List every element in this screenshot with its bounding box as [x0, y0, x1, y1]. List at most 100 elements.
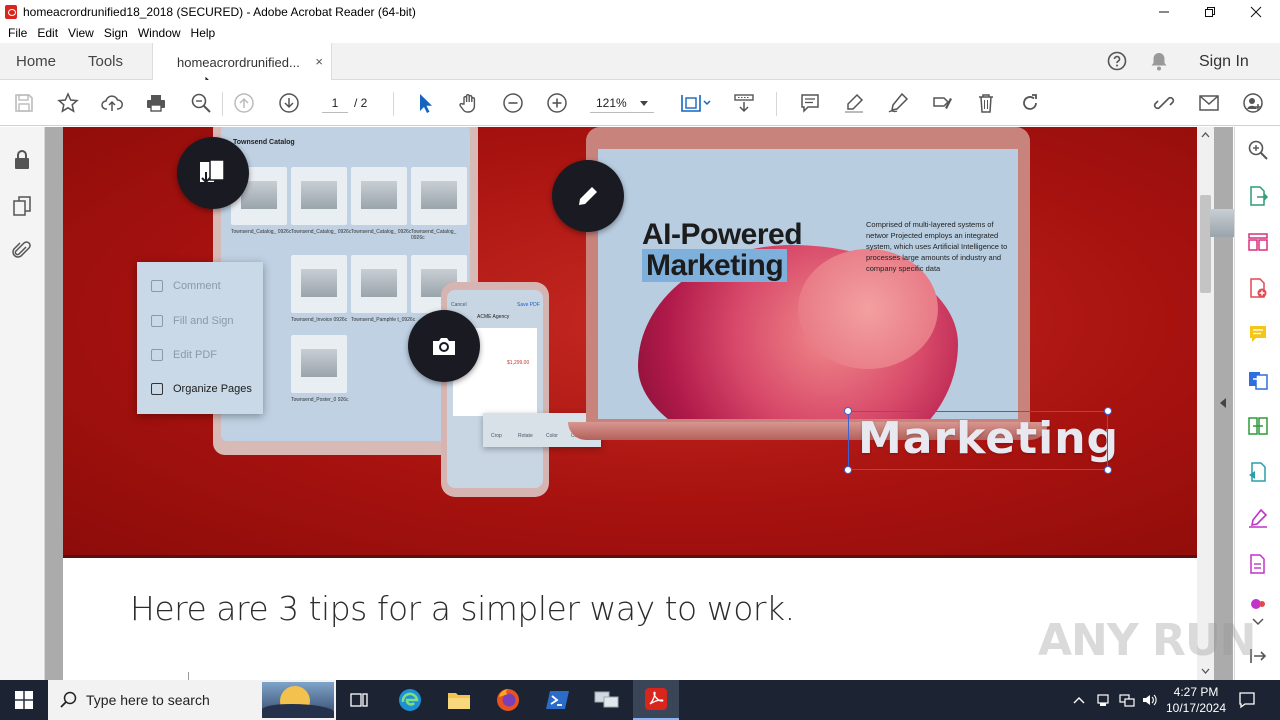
- ai-headline: AI-Powered Marketing: [642, 218, 803, 282]
- attachments-paperclip-icon[interactable]: [11, 240, 33, 262]
- scrollbar-thumb[interactable]: [1200, 195, 1246, 293]
- anyrun-watermark: ANY RUN: [1038, 615, 1256, 666]
- export-pdf-icon[interactable]: [1247, 185, 1269, 207]
- task-view-icon[interactable]: [336, 680, 382, 720]
- banner-divider: [63, 555, 1197, 558]
- previous-page-icon[interactable]: [232, 91, 256, 115]
- menu-edit[interactable]: Edit: [37, 26, 58, 40]
- upload-cloud-icon[interactable]: [100, 91, 124, 115]
- edge-browser-icon[interactable]: [387, 680, 433, 720]
- page-total: / 2: [354, 96, 368, 110]
- thumb-label: Townsend_Poster_0 926c: [291, 397, 349, 403]
- device-tray-icon[interactable]: [1094, 691, 1112, 709]
- phone-tool-label: Crop: [491, 433, 502, 439]
- context-menu-mockup: Comment Fill and Sign Edit PDF Organize …: [137, 262, 263, 414]
- clock-time: 4:27 PM: [1173, 685, 1219, 699]
- tips-heading: Here are 3 tips for a simpler way to wor…: [130, 589, 795, 628]
- edit-stamp-icon[interactable]: [930, 91, 954, 115]
- email-icon[interactable]: [1197, 91, 1221, 115]
- network-tray-icon[interactable]: [1118, 691, 1136, 709]
- select-cursor-icon[interactable]: [413, 91, 437, 115]
- zoom-out-icon[interactable]: [501, 91, 525, 115]
- maximize-button[interactable]: [1187, 0, 1233, 23]
- firefox-browser-icon[interactable]: [485, 680, 531, 720]
- rotate-icon[interactable]: [1018, 91, 1042, 115]
- right-tools-panel: [1234, 127, 1280, 680]
- document-viewport[interactable]: Townsend Catalog Townsend_Catalog_ 0926c…: [45, 127, 1233, 680]
- network-app-icon[interactable]: [584, 680, 630, 720]
- phone-save-label: Save PDF: [517, 302, 540, 308]
- minimize-button[interactable]: [1141, 0, 1187, 23]
- bookmark-star-icon[interactable]: [56, 91, 80, 115]
- phone-doc-title: ACME Agency: [477, 314, 510, 320]
- menu-help[interactable]: Help: [191, 26, 216, 40]
- phone-cancel-label: Cancel: [451, 302, 467, 308]
- zoom-search-icon[interactable]: [189, 91, 213, 115]
- thumb-label: Townsend_Catalog_ 0926c: [231, 229, 292, 235]
- help-icon[interactable]: [1107, 51, 1127, 71]
- combine-files-icon[interactable]: [1247, 369, 1269, 391]
- security-lock-icon[interactable]: [11, 149, 33, 171]
- page-fit-icon[interactable]: [680, 91, 714, 115]
- tab-document[interactable]: homeacrordrunified... ×: [152, 43, 332, 81]
- highlight-pen-icon[interactable]: [842, 91, 866, 115]
- organize-pages-icon[interactable]: [1247, 231, 1269, 253]
- zoom-in-icon[interactable]: [545, 91, 569, 115]
- scroll-down-icon[interactable]: [1201, 668, 1210, 674]
- menu-window[interactable]: Window: [138, 26, 181, 40]
- scan-ocr-icon[interactable]: [1247, 461, 1269, 483]
- close-window-button[interactable]: [1233, 0, 1279, 23]
- search-zoom-icon[interactable]: [1247, 139, 1269, 161]
- comment-tool-icon[interactable]: [1247, 323, 1269, 345]
- create-pdf-icon[interactable]: [1247, 277, 1269, 299]
- tray-overflow-chevron-icon[interactable]: [1070, 691, 1088, 709]
- powershell-icon[interactable]: [535, 680, 581, 720]
- thumb-label: Townsend_Catalog_ 0926c: [351, 229, 412, 235]
- delete-trash-icon[interactable]: [974, 91, 998, 115]
- close-tab-icon[interactable]: ×: [315, 54, 323, 69]
- volume-tray-icon[interactable]: [1141, 691, 1159, 709]
- next-page-icon[interactable]: [277, 91, 301, 115]
- taskbar-clock[interactable]: 4:27 PM 10/17/2024: [1160, 684, 1232, 716]
- fill-sign-icon[interactable]: [1247, 507, 1269, 529]
- page-thumbnails-icon[interactable]: [11, 195, 33, 217]
- chevron-down-icon: [640, 101, 648, 106]
- camera-scan-icon: [408, 310, 480, 382]
- file-explorer-icon[interactable]: [436, 680, 482, 720]
- scroll-mode-icon[interactable]: [732, 91, 756, 115]
- form-document-icon[interactable]: [1247, 553, 1269, 575]
- compare-files-icon[interactable]: [1247, 415, 1269, 437]
- print-icon[interactable]: [144, 91, 168, 115]
- tab-row: Home Tools homeacrordrunified... × Sign …: [0, 43, 1280, 95]
- thumb-label: Townsend_Pamphle t_0926c: [351, 317, 416, 323]
- menu-file[interactable]: File: [8, 26, 27, 40]
- notifications-bell-icon[interactable]: [1149, 51, 1169, 71]
- start-button[interactable]: [0, 680, 48, 720]
- page-number-input[interactable]: 1: [322, 93, 348, 113]
- ctx-item-organize-pages: Organize Pages: [151, 379, 252, 399]
- zoom-level-select[interactable]: 121%: [590, 93, 654, 113]
- add-user-icon[interactable]: [1241, 91, 1265, 115]
- text-selection-box: [844, 407, 1112, 474]
- laptop-screen: AI-Powered Marketing Comprised of multi-…: [598, 149, 1018, 419]
- save-icon[interactable]: [12, 91, 36, 115]
- hand-tool-icon[interactable]: [457, 91, 481, 115]
- convert-pdf-icon: [177, 137, 249, 209]
- scroll-up-icon[interactable]: [1201, 132, 1210, 138]
- taskbar-search-box[interactable]: Type here to search: [48, 680, 336, 720]
- sign-in-button[interactable]: Sign In: [1199, 43, 1249, 80]
- share-link-icon[interactable]: [1152, 91, 1176, 115]
- action-center-icon[interactable]: [1238, 691, 1256, 709]
- ctx-item-comment: Comment: [151, 276, 221, 296]
- comment-icon[interactable]: [798, 91, 822, 115]
- ai-paragraph: Comprised of multi-layered systems of ne…: [866, 220, 1008, 273]
- right-panel-expand-icon[interactable]: [1220, 398, 1226, 408]
- draw-sign-icon[interactable]: [886, 91, 910, 115]
- main-toolbar: 1 / 2 121%: [0, 80, 1280, 126]
- tab-tools[interactable]: Tools: [88, 43, 123, 80]
- tab-home[interactable]: Home: [16, 43, 56, 80]
- vertical-scrollbar[interactable]: [1197, 127, 1246, 680]
- menu-sign[interactable]: Sign: [104, 26, 128, 40]
- menu-view[interactable]: View: [68, 26, 94, 40]
- acrobat-reader-taskbar-icon[interactable]: [633, 680, 679, 720]
